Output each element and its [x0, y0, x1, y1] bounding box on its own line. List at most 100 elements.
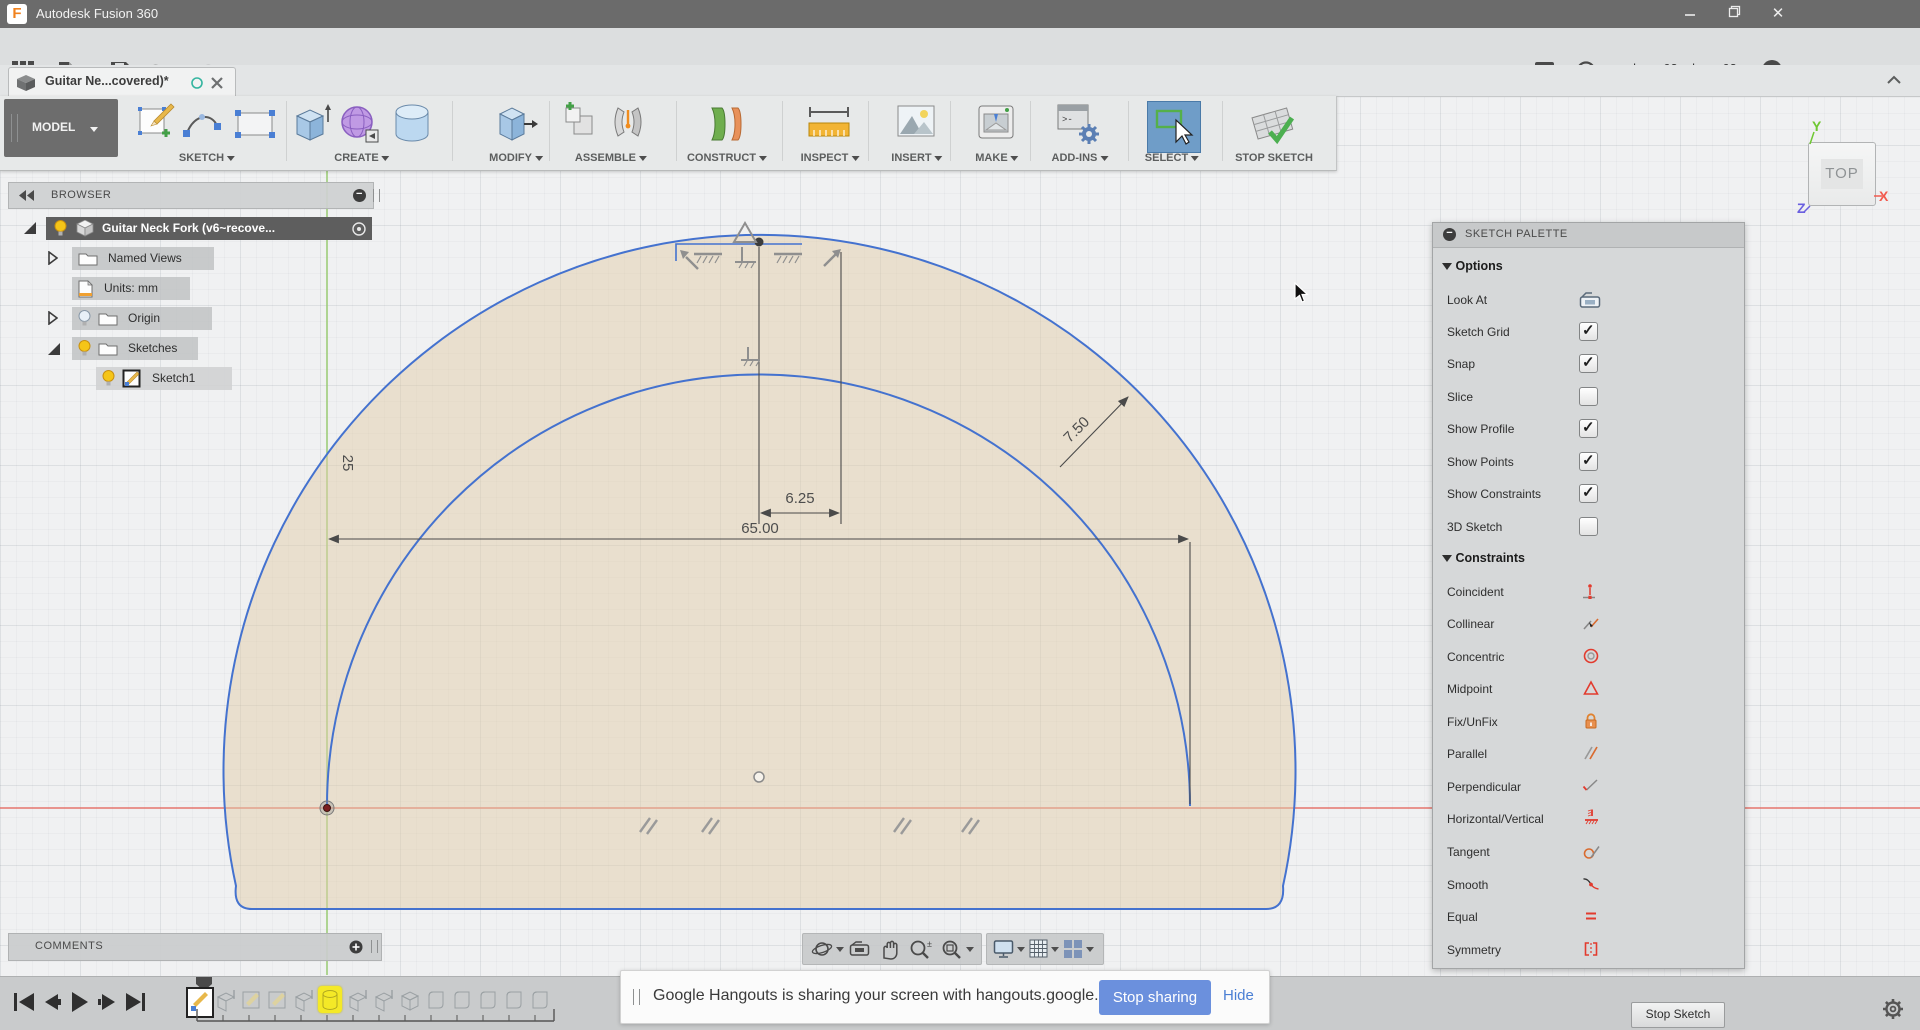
equal-icon[interactable] [1581, 907, 1601, 925]
look-at-nav-icon[interactable] [849, 940, 871, 958]
joint-icon[interactable] [608, 102, 648, 146]
palette-row-symmetry[interactable]: Symmetry [1433, 939, 1744, 963]
ribbon-group-stop-sketch[interactable]: STOP SKETCH [1235, 152, 1313, 164]
ribbon-group-insert[interactable]: INSERT [891, 152, 943, 164]
viewports-dropdown-icon[interactable] [1086, 947, 1094, 952]
fix-unfix-icon[interactable] [1581, 712, 1601, 730]
stop-sketch-button[interactable]: Stop Sketch [1631, 1002, 1725, 1028]
new-component-icon[interactable] [562, 102, 602, 146]
viewports-icon[interactable] [1063, 939, 1083, 959]
add-ins-scripts-icon[interactable]: >- [1056, 102, 1102, 146]
palette-row-3d-sketch[interactable]: 3D Sketch [1433, 516, 1744, 540]
stop-sharing-button[interactable]: Stop sharing [1099, 980, 1211, 1015]
parallel-icon[interactable] [1581, 744, 1601, 762]
ribbon-group-modify[interactable]: MODIFY [489, 152, 543, 164]
midpoint-icon[interactable] [1581, 679, 1601, 697]
ribbon-group-assemble[interactable]: ASSEMBLE [575, 152, 648, 164]
palette-constraints-section[interactable]: Constraints [1442, 551, 1525, 565]
show-constraints-checkbox[interactable] [1579, 483, 1598, 503]
palette-row-show-constraints[interactable]: Show Constraints [1433, 483, 1744, 507]
primitive-cylinder-icon[interactable] [392, 102, 432, 146]
visibility-bulb-off-icon[interactable] [78, 310, 91, 326]
zoom-dropdown-icon[interactable] [966, 947, 974, 952]
dimension-65-00-label[interactable]: 65.00 [741, 520, 779, 537]
palette-row-slice[interactable]: Slice [1433, 386, 1744, 410]
ribbon-group-make[interactable]: MAKE [975, 152, 1019, 164]
horizontal-vertical-icon[interactable] [1581, 808, 1601, 827]
restore-button[interactable] [1712, 0, 1756, 28]
hide-notification-link[interactable]: Hide [1223, 987, 1254, 1004]
tangent-icon[interactable] [1581, 842, 1601, 860]
palette-row-show-profile[interactable]: Show Profile [1433, 418, 1744, 442]
document-tab[interactable]: Guitar Ne...covered)* [8, 67, 236, 97]
palette-options-section[interactable]: Options [1442, 259, 1503, 273]
visibility-bulb-icon[interactable] [54, 220, 67, 236]
spline-tool-icon[interactable] [182, 108, 226, 140]
ribbon-group-add-ins[interactable]: ADD-INS [1052, 152, 1109, 164]
insert-image-icon[interactable] [896, 102, 936, 144]
origin-point[interactable] [319, 800, 335, 816]
measure-icon[interactable] [806, 106, 852, 142]
palette-row-look-at[interactable]: Look At [1433, 289, 1744, 313]
sketch-grid-checkbox[interactable] [1579, 321, 1598, 341]
sync-status-icon[interactable] [191, 77, 203, 89]
close-button[interactable]: ✕ [1756, 0, 1800, 28]
palette-row-horizontal-vertical[interactable]: Horizontal/Vertical [1433, 808, 1744, 832]
ribbon-group-inspect[interactable]: INSPECT [801, 152, 860, 164]
tree-expanded-icon[interactable] [22, 220, 38, 236]
add-comment-icon[interactable] [349, 940, 363, 954]
zoom-icon[interactable]: ± [909, 939, 935, 960]
snap-checkbox[interactable] [1579, 353, 1598, 373]
look-at-icon[interactable] [1579, 291, 1601, 309]
create-sketch-icon[interactable] [137, 102, 175, 142]
collapse-browser-icon[interactable] [19, 190, 35, 201]
pan-hand-icon[interactable] [879, 938, 901, 960]
palette-row-parallel[interactable]: Parallel [1433, 743, 1744, 767]
construct-plane-icon[interactable] [706, 102, 748, 146]
browser-options-icon[interactable]: − [353, 189, 366, 202]
ribbon-group-sketch[interactable]: SKETCH [179, 152, 236, 164]
zoom-window-icon[interactable] [941, 939, 963, 960]
dimension-6-25-label[interactable]: 6.25 [785, 490, 814, 507]
palette-row-perpendicular[interactable]: Perpendicular [1433, 776, 1744, 800]
tree-expanded-icon[interactable] [46, 341, 62, 357]
visibility-bulb-icon[interactable] [102, 370, 115, 386]
settings-gear-icon[interactable] [1882, 998, 1904, 1020]
notification-grip[interactable] [633, 989, 640, 1005]
palette-row-coincident[interactable]: Coincident [1433, 581, 1744, 605]
browser-row-origin[interactable]: Origin [72, 307, 212, 330]
sketch-center-point[interactable] [753, 771, 765, 783]
palette-row-sketch-grid[interactable]: Sketch Grid [1433, 321, 1744, 345]
workspace-switcher-button[interactable]: MODEL [4, 99, 118, 157]
select-tool-active[interactable] [1147, 101, 1201, 153]
palette-row-show-points[interactable]: Show Points [1433, 451, 1744, 475]
collapse-toolbar-chevron-icon[interactable] [1886, 74, 1902, 86]
sketch-palette-header[interactable]: − SKETCH PALETTE [1433, 223, 1744, 248]
browser-root-row[interactable]: Guitar Neck Fork (v6~recove... [46, 217, 372, 240]
comments-grip[interactable] [371, 940, 378, 953]
rectangle-tool-icon[interactable] [234, 108, 278, 140]
browser-row-named-views[interactable]: Named Views [72, 247, 214, 270]
collinear-icon[interactable] [1581, 615, 1601, 633]
browser-row-sketches[interactable]: Sketches [72, 337, 198, 360]
form-icon[interactable] [338, 102, 382, 146]
palette-row-tangent[interactable]: Tangent [1433, 841, 1744, 865]
show-profile-checkbox[interactable] [1579, 418, 1598, 438]
ground-state-icon[interactable] [352, 222, 366, 236]
grid-dropdown-icon[interactable] [1051, 947, 1059, 952]
palette-collapse-icon[interactable]: − [1443, 228, 1456, 241]
palette-row-smooth[interactable]: Smooth [1433, 874, 1744, 898]
timeline-playback-controls[interactable] [14, 989, 164, 1015]
perpendicular-icon[interactable] [1581, 777, 1601, 795]
visibility-bulb-icon[interactable] [78, 340, 91, 356]
grid-settings-icon[interactable] [1029, 939, 1049, 959]
display-dropdown-icon[interactable] [1017, 947, 1025, 952]
comments-bar[interactable]: COMMENTS [8, 933, 382, 961]
symmetry-icon[interactable] [1581, 940, 1601, 958]
extrude-icon[interactable] [292, 102, 332, 146]
tree-collapsed-icon[interactable] [48, 251, 58, 265]
dimension-25-label[interactable]: 25 [339, 455, 356, 472]
palette-row-fix-unfix[interactable]: Fix/UnFix [1433, 711, 1744, 735]
ribbon-group-create[interactable]: CREATE [334, 152, 390, 164]
timeline-ruler[interactable] [196, 1009, 556, 1023]
